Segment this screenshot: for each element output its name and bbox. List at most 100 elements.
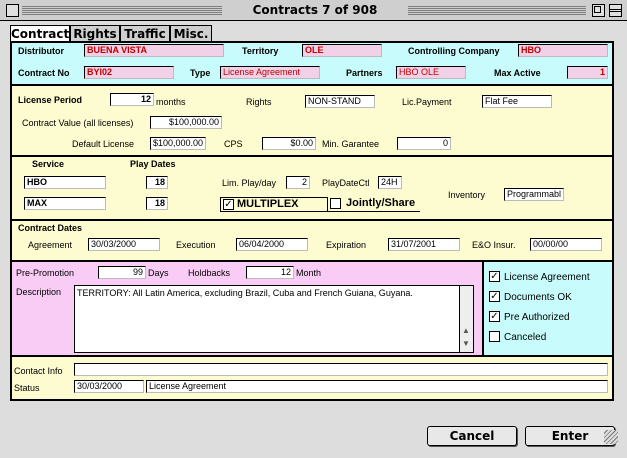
zoom-box[interactable] [592,4,605,17]
contact-info-label: Contact Info [14,366,63,376]
distributor-field[interactable]: BUENA VISTA [84,44,224,57]
description-label: Description [16,287,62,297]
collapse-box[interactable] [609,4,622,17]
agreement-field[interactable]: 30/03/2000 [88,238,160,251]
execution-label: Execution [176,240,216,250]
eo-insur-label: E&O Insur. [472,240,516,250]
play-dates-label: Play Dates [130,159,176,169]
status-checks-panel: ✓ License Agreement ✓ Documents OK ✓ Pre… [482,262,612,355]
max-active-field[interactable]: 1 [567,66,608,79]
multiplex-checkbox[interactable]: ✓ [223,199,234,210]
title-stripes [408,5,586,16]
contact-info-field[interactable] [74,363,608,376]
cps-field[interactable]: $0.00 [262,137,316,150]
days-label: Days [148,268,169,278]
description-text: TERRITORY: All Latin America, excluding … [77,288,413,298]
jointly-share-frame[interactable]: Jointly/Share [328,197,420,212]
distributor-label: Distributor [18,46,64,56]
canceled-label: Canceled [504,332,547,343]
status-date-field[interactable]: 30/03/2000 [74,380,144,393]
cps-label: CPS [224,139,243,149]
rights-field[interactable]: NON-STAND [305,95,375,108]
pre-promotion-label: Pre-Promotion [16,268,75,278]
lim-play-label: Lim. Play/day [222,178,277,188]
license-period-label: License Period [18,95,83,105]
status-label: Status [14,383,40,393]
min-garantee-field[interactable]: 0 [397,137,451,150]
max-active-label: Max Active [494,68,541,78]
multiplex-checkbox-frame[interactable]: ✓ MULTIPLEX [220,197,328,212]
resize-grip-icon[interactable] [604,430,618,444]
month-label: Month [296,268,322,278]
license-agreement-checkbox[interactable]: ✓ [489,271,500,282]
license-agreement-label: License Agreement [504,272,590,283]
close-box[interactable] [6,4,19,17]
divider [12,219,612,221]
license-period-field[interactable]: 12 [110,93,154,106]
expiration-field[interactable]: 31/07/2001 [388,238,460,251]
title-bar[interactable]: Contracts 7 of 908 [0,0,627,21]
enter-button[interactable]: Enter [525,426,615,446]
months-label: months [156,97,186,107]
eo-insur-field[interactable]: 00/00/00 [530,238,602,251]
play-dates-field[interactable]: 18 [146,197,168,210]
description-textarea[interactable]: TERRITORY: All Latin America, excluding … [74,285,474,353]
window-title: Contracts 7 of 908 [230,3,400,17]
cancel-button[interactable]: Cancel [427,426,517,446]
jointly-share-label: Jointly/Share [346,197,416,209]
inventory-label: Inventory [448,190,486,200]
jointly-share-checkbox[interactable] [330,198,341,209]
controlling-company-field[interactable]: HBO [518,44,608,57]
expiration-label: Expiration [326,240,367,250]
execution-field[interactable]: 06/04/2000 [236,238,308,251]
controlling-company-label: Controlling Company [408,46,500,56]
default-license-label: Default License [72,139,135,149]
description-scrollbar[interactable]: ▲ ▼ [459,286,473,352]
type-field[interactable]: License Agreement [220,66,320,79]
lim-play-field[interactable]: 2 [286,176,310,189]
status-field[interactable]: License Agreement [146,380,608,393]
lic-payment-label: Lic.Payment [402,97,452,107]
header-panel: Distributor BUENA VISTA Territory OLE Co… [12,43,612,84]
tab-misc[interactable]: Misc. [170,25,212,42]
service-label: Service [32,159,65,169]
min-garantee-label: Min. Garantee [322,139,380,149]
contract-value-field[interactable]: $100,000.00 [150,116,222,129]
documents-ok-checkbox[interactable]: ✓ [489,291,500,302]
partners-label: Partners [346,68,383,78]
divider [12,355,612,357]
default-license-field[interactable]: $100,000.00 [150,137,206,150]
tab-rights[interactable]: Rights [70,25,120,42]
partners-field[interactable]: HBO OLE [396,66,466,79]
canceled-checkbox[interactable] [489,331,500,342]
type-label: Type [190,68,211,78]
playdate-ctl-label: PlayDateCtl [322,178,370,188]
service-field[interactable]: HBO [24,176,106,189]
tab-traffic[interactable]: Traffic [120,25,170,42]
contract-no-field[interactable]: BYI02 [84,66,174,79]
title-stripes [22,5,222,16]
divider [12,155,612,157]
service-field[interactable]: MAX [24,197,106,210]
scroll-up-icon[interactable]: ▲ [462,326,470,335]
inventory-field[interactable]: Programmabl [504,188,564,201]
lic-payment-field[interactable]: Flat Fee [482,95,552,108]
holdbacks-label: Holdbacks [188,268,231,278]
contract-form: Distributor BUENA VISTA Territory OLE Co… [10,41,614,401]
territory-field[interactable]: OLE [302,44,382,57]
playdate-ctl-field[interactable]: 24H [378,176,402,189]
agreement-label: Agreement [28,240,73,250]
multiplex-label: MULTIPLEX [237,198,299,210]
pre-authorized-label: Pre Authorized [504,312,570,323]
pre-promotion-field[interactable]: 99 [98,266,146,279]
scroll-down-icon[interactable]: ▼ [462,339,470,348]
holdbacks-field[interactable]: 12 [246,266,294,279]
contract-no-label: Contract No [18,68,70,78]
territory-label: Territory [242,46,279,56]
contract-dates-label: Contract Dates [18,223,83,233]
rights-label: Rights [246,97,272,107]
play-dates-field[interactable]: 18 [146,176,168,189]
divider [12,84,612,86]
pre-authorized-checkbox[interactable]: ✓ [489,311,500,322]
promotion-panel: Pre-Promotion 99 Days Holdbacks 12 Month… [12,262,482,355]
